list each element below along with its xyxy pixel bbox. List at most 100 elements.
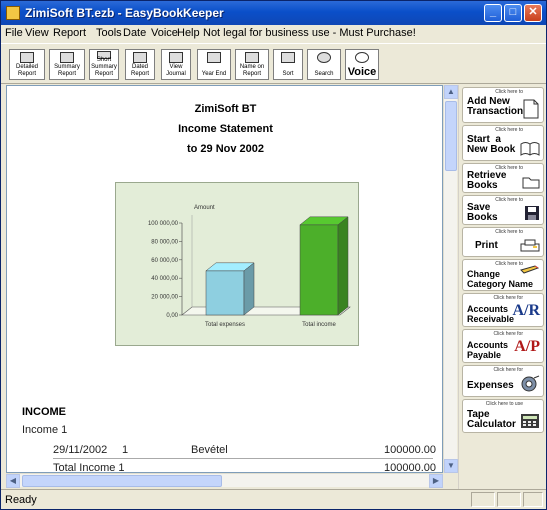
row-amount: 100000.00: [384, 444, 436, 456]
minimize-button[interactable]: _: [484, 4, 502, 22]
y-tick-label: 100 000,00: [148, 221, 179, 227]
row-number: 1: [122, 444, 129, 456]
search-icon: [317, 52, 331, 63]
close-button[interactable]: ✕: [524, 4, 542, 22]
printer-icon: [520, 239, 540, 252]
retrieve-books-button[interactable]: Click here to Retrieve Books: [462, 163, 544, 193]
report-date: to 29 Nov 2002: [186, 143, 265, 155]
dated-report-button[interactable]: Dated Report: [125, 49, 155, 80]
scroll-up-arrow[interactable]: ▲: [444, 85, 458, 99]
menu-file[interactable]: File: [5, 27, 23, 39]
income-chart: Amount 0,00 20 000,00 40 000,00 60 000,00 80 …: [115, 182, 359, 346]
start-new-book-button[interactable]: Click here to Start a New Book: [462, 125, 544, 161]
title-bar: ZimiSoft BT.ezb - EasyBookKeeper _ □ ✕: [1, 1, 546, 25]
tape-calculator-button[interactable]: Click here to use Tape Calculator: [462, 399, 544, 433]
row-date: 29/11/2002: [53, 444, 108, 456]
scroll-down-arrow[interactable]: ▼: [444, 459, 458, 473]
app-window: ZimiSoft BT.ezb - EasyBookKeeper _ □ ✕ F…: [0, 0, 547, 510]
save-books-button[interactable]: Click here to Save Books: [462, 195, 544, 225]
sort-button[interactable]: Sort: [273, 49, 303, 80]
y-axis-label: Amount: [194, 205, 215, 211]
row-divider: [53, 458, 433, 459]
journal-icon: [169, 52, 183, 63]
app-icon: [6, 6, 20, 20]
status-pane: [471, 492, 495, 507]
toolbar-label: View Journal: [166, 64, 186, 77]
scroll-thumb[interactable]: [22, 475, 222, 487]
summary-report-button[interactable]: Summary Report: [49, 49, 85, 80]
toolbar-label: Year End: [201, 71, 227, 77]
button-hint: Click here for: [493, 331, 523, 337]
button-label: Start a New Book: [467, 134, 516, 155]
button-label: Add New Transactions: [467, 96, 529, 117]
button-hint: Click here for: [493, 295, 523, 301]
report-view[interactable]: ZimiSoft BT Income Statement to 29 Nov 2…: [6, 85, 443, 473]
button-hint: Click here to: [495, 89, 523, 95]
search-button[interactable]: Search: [307, 49, 341, 80]
voice-button[interactable]: Voice: [345, 49, 379, 80]
toolbar-label: Detailed Report: [15, 64, 38, 77]
menu-help[interactable]: Help: [177, 27, 200, 39]
chart-svg: Amount 0,00 20 000,00 40 000,00 60 000,00 80 …: [148, 205, 351, 328]
toolbar-label: Sort: [282, 71, 294, 77]
button-hint: Click here to: [495, 127, 523, 133]
floppy-icon: [525, 206, 539, 220]
button-label: Save Books: [467, 202, 498, 223]
add-new-transactions-button[interactable]: Click here to Add New Transactions: [462, 87, 544, 123]
maximize-button[interactable]: □: [504, 4, 522, 22]
menu-voice[interactable]: Voice: [151, 27, 178, 39]
short-summary-report-button[interactable]: Short Summary Report: [89, 49, 119, 80]
scroll-thumb[interactable]: [445, 101, 457, 171]
pencil-icon: [520, 265, 540, 274]
toolbar-label: Voice: [347, 66, 377, 78]
status-pane: [497, 492, 521, 507]
menu-bar: File View Report Tools Date Voice Help N…: [1, 25, 546, 42]
company-name: ZimiSoft BT: [194, 103, 257, 115]
toolbar-label: Short Summary Report: [91, 57, 117, 77]
accounts-payable-button[interactable]: Click here for Accounts Payable A/P: [462, 329, 544, 363]
button-label: Print: [475, 240, 498, 251]
speech-bubble-icon: [355, 52, 369, 63]
menu-tools[interactable]: Tools: [96, 27, 122, 39]
print-button[interactable]: Click here to Print: [462, 227, 544, 257]
toolbar-label: Dated Report: [130, 64, 149, 77]
y-tick-label: 80 000,00: [151, 239, 178, 245]
toolbar-label: Name on Report: [239, 64, 265, 77]
horizontal-scrollbar[interactable]: ◀ ▶: [6, 473, 443, 488]
folder-icon: [522, 177, 540, 189]
trial-notice: Not legal for business use - Must Purcha…: [203, 27, 416, 39]
vertical-scrollbar[interactable]: ▲ ▼: [443, 85, 458, 473]
detailed-report-button[interactable]: Detailed Report: [9, 49, 45, 80]
button-label: Expenses: [467, 380, 514, 391]
toolbar: Detailed Report Summary Report Short Summa…: [1, 43, 546, 84]
name-on-report-button[interactable]: Name on Report: [235, 49, 269, 80]
year-end-button[interactable]: Year End: [197, 49, 231, 80]
menu-report[interactable]: Report: [53, 27, 86, 39]
bar-front: [299, 224, 339, 316]
total-amount: 100000.00: [384, 462, 436, 473]
x-category-label: Total expenses: [205, 322, 245, 328]
accounts-payable-icon: A/P: [514, 338, 540, 355]
accounts-receivable-button[interactable]: Click here for Accounts Receivable A/R: [462, 293, 544, 327]
menu-view[interactable]: View: [25, 27, 49, 39]
view-journal-button[interactable]: View Journal: [161, 49, 191, 80]
side-panel: Click here to Add New Transactions Click…: [458, 85, 546, 489]
section-heading: INCOME: [22, 406, 66, 418]
button-hint: Click here to: [495, 261, 523, 267]
row-description: Bevétel: [191, 444, 228, 456]
expenses-button[interactable]: Click here for Expenses: [462, 365, 544, 397]
menu-date[interactable]: Date: [123, 27, 146, 39]
report-icon: [60, 52, 74, 63]
report-title: Income Statement: [178, 123, 273, 135]
expenses-icon: [521, 375, 540, 392]
change-category-name-button[interactable]: Click here to Change Category Name: [462, 259, 544, 291]
button-label: Accounts Payable: [467, 340, 509, 360]
button-hint: Click here to use: [485, 401, 523, 407]
bar-side: [337, 216, 349, 316]
scroll-right-arrow[interactable]: ▶: [429, 474, 443, 488]
calendar-icon: [207, 52, 221, 63]
scroll-left-arrow[interactable]: ◀: [6, 474, 20, 488]
y-tick-label: 40 000,00: [151, 276, 178, 282]
button-label: Tape Calculator: [467, 409, 516, 430]
y-tick-label: 0,00: [166, 313, 178, 319]
